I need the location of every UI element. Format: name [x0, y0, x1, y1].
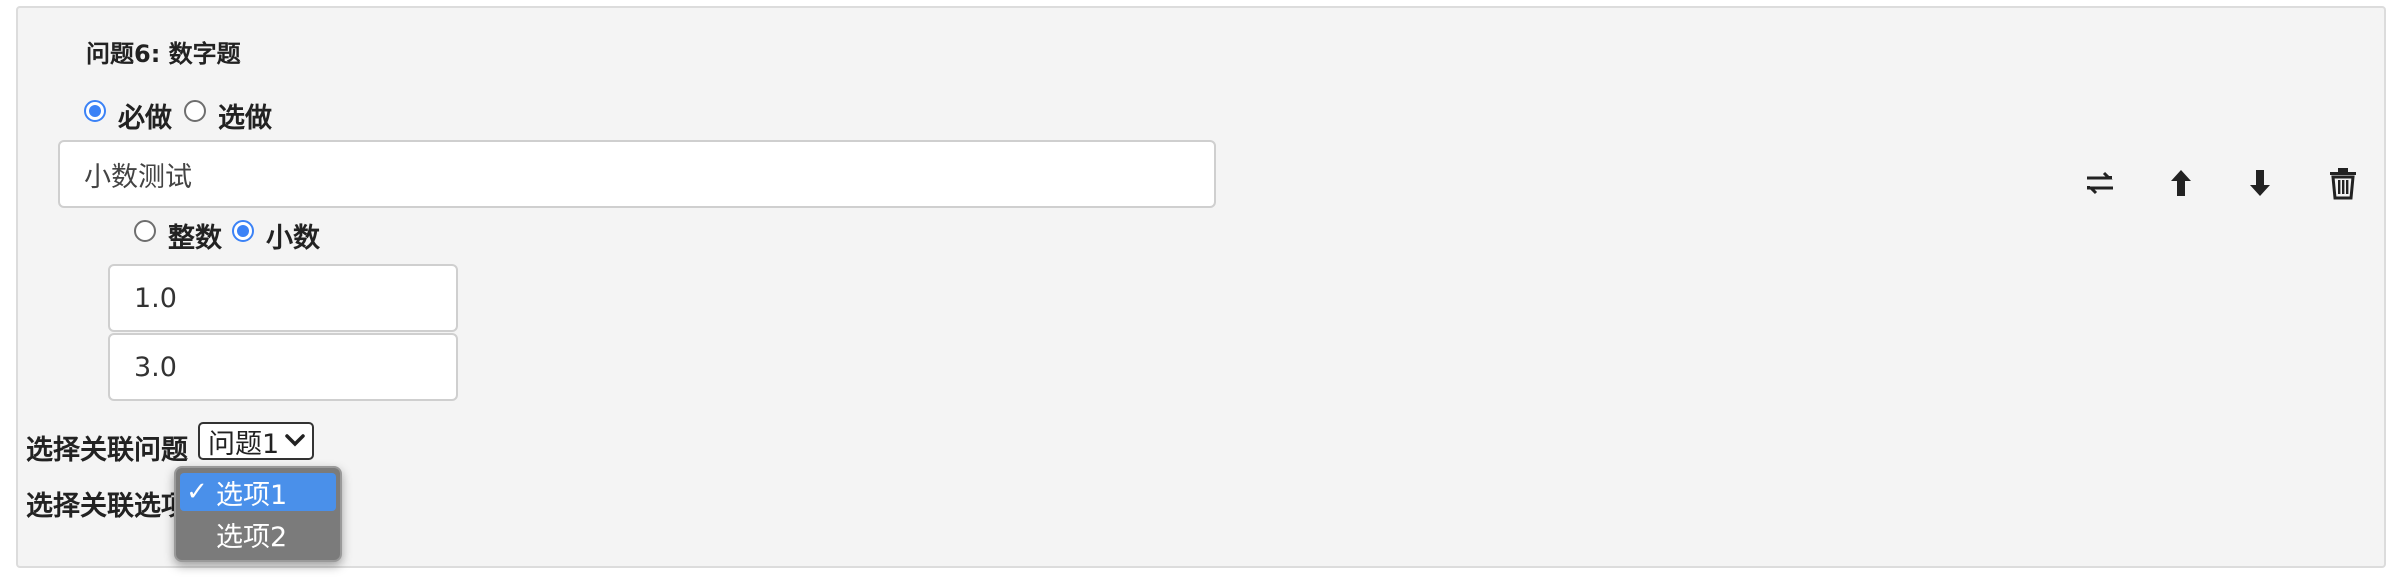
- checkmark-icon: ✓: [186, 477, 208, 507]
- chevron-down-icon: [285, 434, 305, 447]
- link-option-dropdown[interactable]: ✓ 选项1 选项2: [174, 466, 342, 562]
- dropdown-option-1[interactable]: ✓ 选项1: [180, 473, 336, 511]
- link-option-label: 选择关联选项: [26, 491, 188, 522]
- link-question-value: 问题1: [208, 428, 280, 460]
- question-title: 问题6: 数字题: [86, 40, 241, 68]
- question-card: 问题6: 数字题 必做 选做 小数测试 整数 小数 1.0 3.0: [16, 6, 2386, 568]
- dropdown-option-2[interactable]: 选项2: [180, 515, 336, 553]
- optional-radio[interactable]: [184, 100, 206, 122]
- required-label: 必做: [118, 103, 172, 134]
- question-text-value: 小数测试: [84, 161, 192, 193]
- decimal-radio[interactable]: [232, 220, 254, 242]
- link-question-select[interactable]: 问题1: [198, 422, 314, 460]
- question-text-input[interactable]: 小数测试: [58, 140, 1216, 208]
- required-radio[interactable]: [84, 100, 106, 122]
- trash-icon[interactable]: [2326, 166, 2360, 200]
- arrow-down-icon[interactable]: [2243, 166, 2277, 200]
- min-value-input[interactable]: 1.0: [108, 264, 458, 332]
- max-value-input[interactable]: 3.0: [108, 333, 458, 401]
- swap-icon[interactable]: [2083, 166, 2117, 200]
- link-question-label: 选择关联问题: [26, 435, 188, 466]
- integer-label: 整数: [168, 223, 222, 254]
- integer-radio[interactable]: [134, 220, 156, 242]
- arrow-up-icon[interactable]: [2164, 166, 2198, 200]
- min-value: 1.0: [134, 282, 177, 314]
- optional-label: 选做: [218, 103, 272, 134]
- decimal-label: 小数: [266, 223, 320, 254]
- max-value: 3.0: [134, 351, 177, 383]
